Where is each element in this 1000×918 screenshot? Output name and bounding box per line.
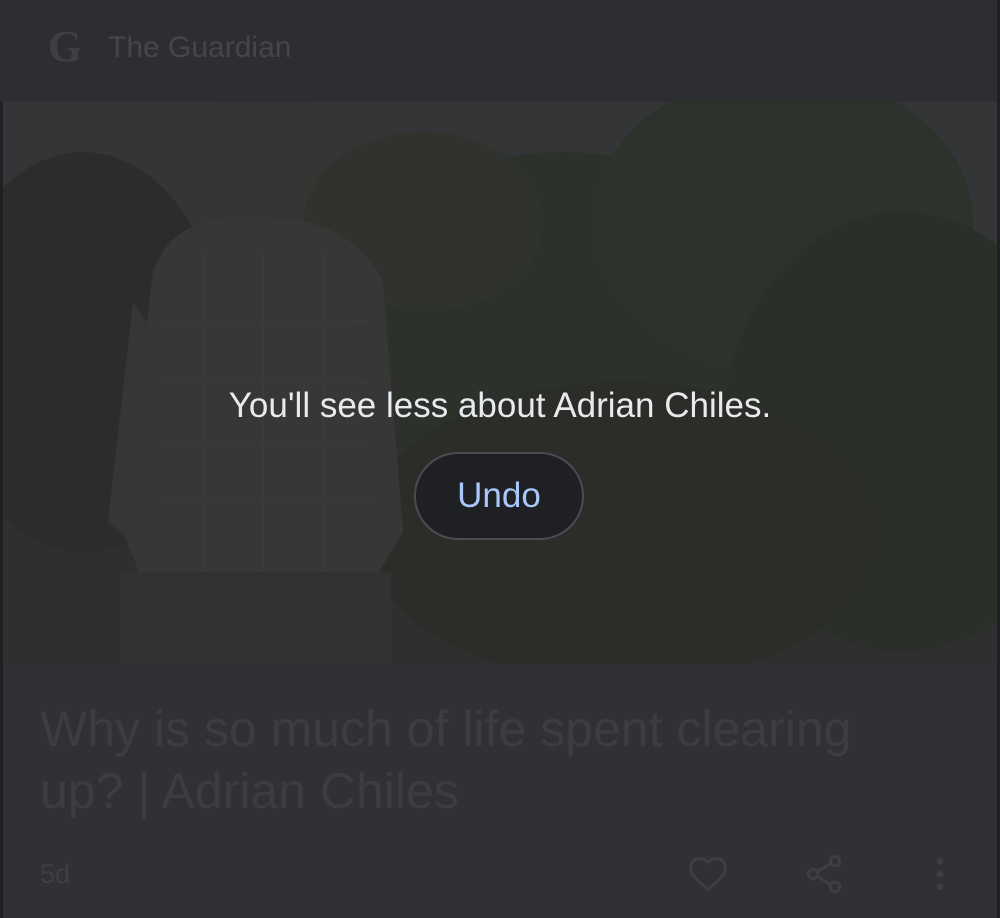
more-vert-icon[interactable] — [918, 852, 962, 896]
guardian-logo: G — [47, 22, 83, 71]
article-age: 5d — [40, 859, 71, 889]
article-headline[interactable]: Why is so much of life spent clearing up… — [40, 698, 940, 822]
hide-topic-message: You'll see less about Adrian Chiles. — [228, 386, 772, 425]
undo-button[interactable]: Undo — [414, 452, 584, 540]
share-icon[interactable] — [802, 852, 846, 896]
heart-icon[interactable] — [686, 852, 730, 896]
news-card[interactable]: G The Guardian You'll see less about Adr… — [0, 0, 1000, 918]
source-name: The Guardian — [108, 31, 292, 64]
card-header: G The Guardian — [0, 0, 1000, 102]
